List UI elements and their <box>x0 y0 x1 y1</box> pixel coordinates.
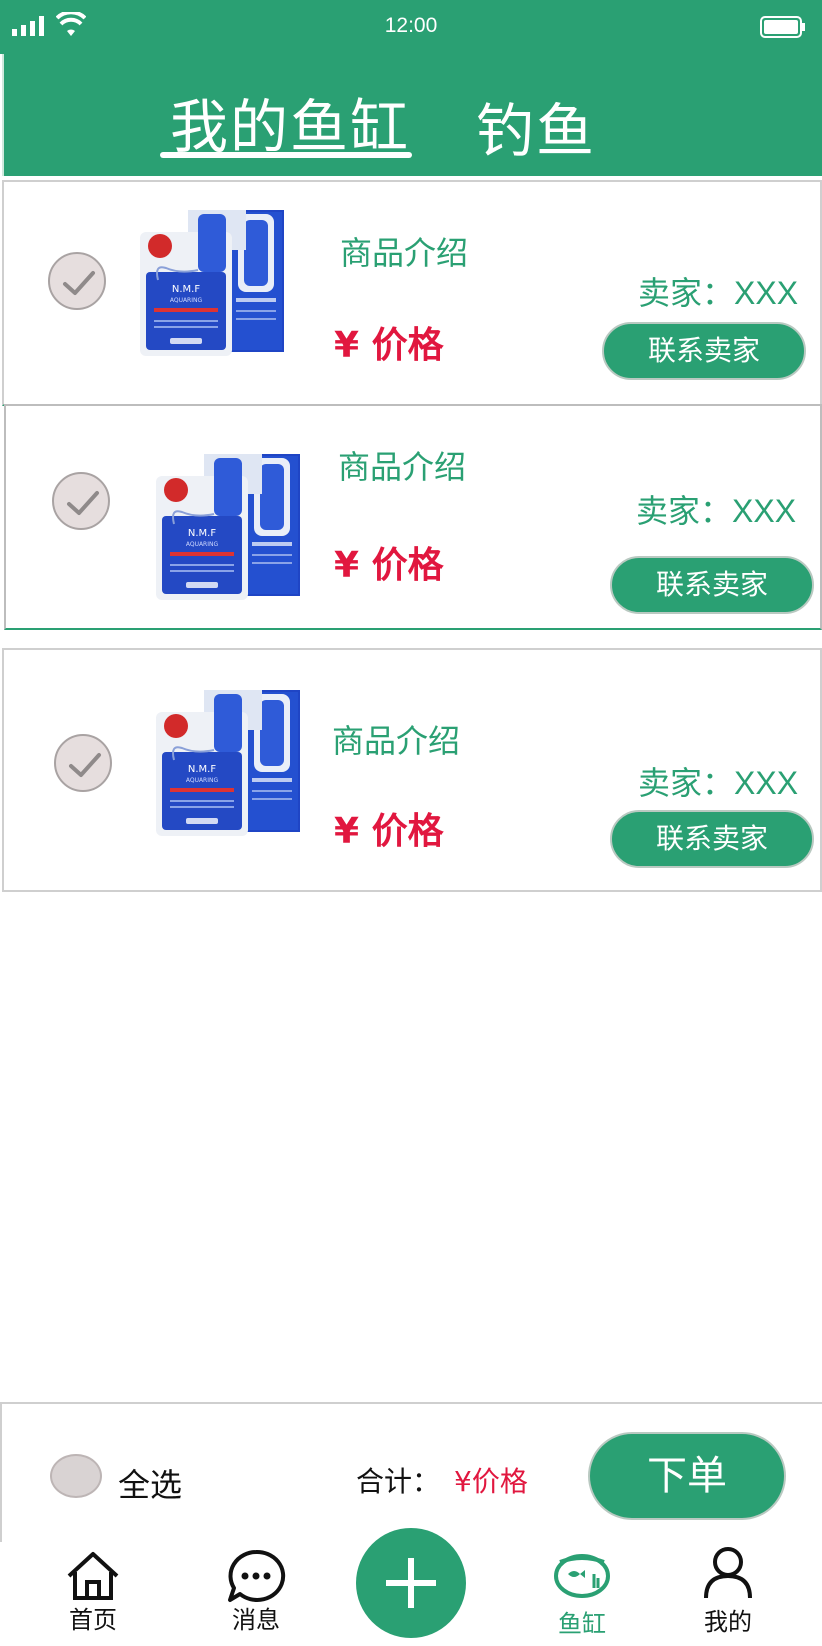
nav-item-me[interactable]: 我的 <box>668 1542 788 1646</box>
nav-item-fish-tank[interactable]: 鱼缸 <box>522 1542 642 1646</box>
item-checkbox[interactable] <box>52 472 110 530</box>
product-price: ¥ 价格 <box>334 325 444 366</box>
tab-fishing[interactable]: 钓鱼 <box>476 84 596 168</box>
item-checkbox[interactable] <box>48 252 106 310</box>
cart-item: 商品介绍 ¥ 价格 卖家：XXX 联系卖家 <box>4 404 822 630</box>
nav-label-fish-tank: 鱼缸 <box>558 1610 606 1638</box>
select-all-label[interactable]: 全选 <box>118 1460 182 1506</box>
add-button[interactable] <box>356 1528 466 1638</box>
status-time: 12:00 <box>384 14 438 37</box>
product-price: ¥ 价格 <box>334 545 444 586</box>
nav-label-me: 我的 <box>704 1608 752 1636</box>
checkout-bar: 全选 合计： ¥价格 下单 <box>0 1402 822 1542</box>
cart-item: 商品介绍 ¥ 价格 卖家：XXX 联系卖家 <box>2 648 822 892</box>
product-intro[interactable]: 商品介绍 <box>332 716 460 762</box>
check-icon <box>66 488 100 518</box>
seller-name: 卖家：XXX <box>636 493 797 529</box>
header: 我的鱼缸 钓鱼 <box>2 54 822 176</box>
fish-tank-icon <box>554 1554 610 1598</box>
chat-bubble-icon <box>228 1549 286 1602</box>
status-bar: 12:00 <box>0 0 822 54</box>
battery-icon <box>760 16 805 38</box>
contact-seller-button[interactable]: 联系卖家 <box>610 810 814 868</box>
plus-icon <box>386 1558 436 1608</box>
nav-item-home[interactable]: 首页 <box>33 1542 153 1646</box>
product-image[interactable] <box>156 690 301 840</box>
nav-label-messages: 消息 <box>232 1606 280 1634</box>
item-checkbox[interactable] <box>54 734 112 792</box>
product-price: ¥ 价格 <box>334 811 444 852</box>
total-price: ¥价格 <box>454 1465 528 1498</box>
nav-item-messages[interactable]: 消息 <box>196 1542 316 1646</box>
check-icon <box>62 268 96 298</box>
seller-name: 卖家：XXX <box>638 765 799 801</box>
product-image[interactable] <box>140 210 285 360</box>
product-intro[interactable]: 商品介绍 <box>338 442 466 488</box>
contact-seller-button[interactable]: 联系卖家 <box>602 322 806 380</box>
select-all-checkbox[interactable] <box>50 1454 102 1498</box>
place-order-button[interactable]: 下单 <box>588 1432 786 1520</box>
user-icon <box>704 1547 752 1599</box>
product-intro[interactable]: 商品介绍 <box>340 228 468 274</box>
check-icon <box>68 750 102 780</box>
bottom-nav: 首页 消息 鱼缸 我的 <box>0 1528 822 1646</box>
nav-label-home: 首页 <box>69 1606 117 1634</box>
active-tab-indicator <box>160 152 412 158</box>
cart-item: 商品介绍 ¥ 价格 卖家：XXX 联系卖家 <box>2 180 822 406</box>
home-icon <box>67 1552 119 1600</box>
total-label: 合计： <box>356 1465 441 1498</box>
contact-seller-button[interactable]: 联系卖家 <box>610 556 814 614</box>
seller-name: 卖家：XXX <box>638 275 799 311</box>
product-image[interactable] <box>156 454 301 604</box>
